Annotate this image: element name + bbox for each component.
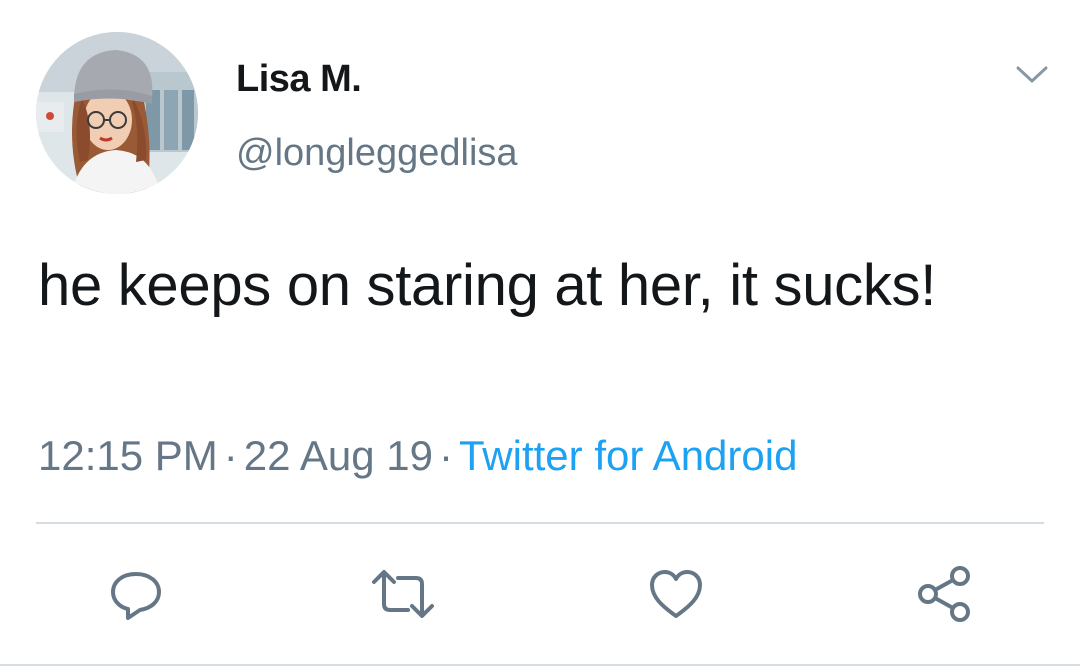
- retweet-icon[interactable]: [367, 558, 439, 630]
- divider: [0, 664, 1080, 666]
- tweet-time[interactable]: 12:15 PM: [38, 432, 218, 479]
- tweet-detail: Lisa M. @longleggedlisa he keeps on star…: [0, 0, 1080, 672]
- avatar-photo: [36, 32, 198, 194]
- avatar[interactable]: [36, 32, 198, 194]
- share-icon[interactable]: [908, 558, 980, 630]
- author-display-name[interactable]: Lisa M.: [236, 56, 362, 102]
- tweet-source-link[interactable]: Twitter for Android: [459, 432, 797, 479]
- chevron-down-icon[interactable]: [1012, 60, 1052, 90]
- meta-separator: ·: [223, 432, 238, 479]
- tweet-text: he keeps on staring at her, it sucks!: [38, 253, 937, 318]
- meta-separator: ·: [438, 432, 453, 479]
- tweet-date[interactable]: 22 Aug 19: [244, 432, 433, 479]
- action-bar: [0, 558, 1080, 630]
- tweet-meta: 12:15 PM · 22 Aug 19 · Twitter for Android: [38, 430, 797, 482]
- author-handle[interactable]: @longleggedlisa: [236, 130, 518, 176]
- reply-icon[interactable]: [100, 558, 172, 630]
- like-icon[interactable]: [640, 558, 712, 630]
- divider: [36, 522, 1044, 524]
